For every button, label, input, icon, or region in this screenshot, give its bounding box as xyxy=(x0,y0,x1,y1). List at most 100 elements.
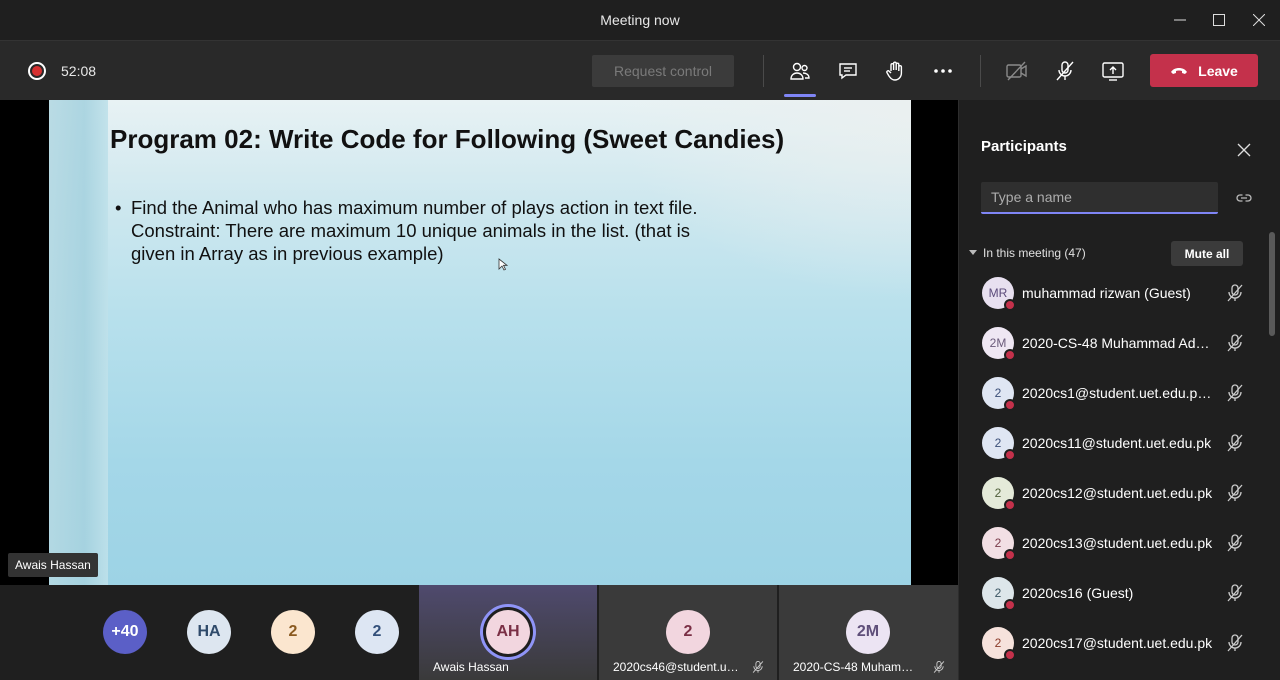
microphone-muted-icon[interactable] xyxy=(1225,633,1245,653)
video-tile[interactable]: 2M 2020-CS-48 Muhammad Adeel xyxy=(779,585,958,680)
participant-name: 2020-CS-48 Muhammad Adeel xyxy=(793,660,923,674)
bullet-line: Constraint: There are maximum 10 unique … xyxy=(131,220,691,241)
slide-bullet: • Find the Animal who has maximum number… xyxy=(115,196,775,265)
overflow-participants-button[interactable]: +40 xyxy=(103,610,147,654)
microphone-muted-icon[interactable] xyxy=(1225,283,1245,303)
participant-name: muhammad rizwan (Guest) xyxy=(1022,285,1191,301)
chat-icon[interactable] xyxy=(834,57,862,85)
divider xyxy=(980,55,981,87)
participant-name: 2020cs13@student.uet.edu.pk xyxy=(1022,535,1213,551)
scrollbar[interactable] xyxy=(1269,232,1275,336)
mouse-cursor-icon xyxy=(498,258,508,271)
panel-title: Participants xyxy=(981,138,1067,155)
participant-row[interactable]: 2M 2020-CS-48 Muhammad Adeel xyxy=(959,318,1269,368)
status-badge xyxy=(1004,349,1016,361)
avatar-initials: 2 xyxy=(994,436,1002,450)
avatar: 2 xyxy=(982,577,1016,611)
meeting-timer: 52:08 xyxy=(61,63,97,79)
participants-panel: Participants In this meeting (47) Mute a… xyxy=(958,100,1280,680)
divider xyxy=(763,55,764,87)
request-control-button[interactable]: Request control xyxy=(592,55,734,87)
camera-off-icon[interactable] xyxy=(1003,57,1031,85)
status-badge xyxy=(1004,549,1016,561)
status-badge xyxy=(1004,449,1016,461)
participant-row[interactable]: MR muhammad rizwan (Guest) xyxy=(959,268,1269,318)
bullet-marker: • xyxy=(115,197,122,218)
participant-name: Awais Hassan xyxy=(433,660,509,674)
share-screen-icon[interactable] xyxy=(1099,57,1127,85)
video-tile[interactable]: AH Awais Hassan xyxy=(419,585,597,680)
section-label: In this meeting (47) xyxy=(983,246,1086,260)
avatar: 2 xyxy=(982,377,1016,411)
participant-row[interactable]: 2 2020cs11@student.uet.edu.pk xyxy=(959,418,1269,468)
mute-all-button[interactable]: Mute all xyxy=(1171,241,1243,266)
microphone-muted-icon[interactable] xyxy=(1225,483,1245,503)
chevron-down-icon xyxy=(969,250,977,255)
bullet-line: Find the Animal who has maximum number o… xyxy=(131,197,698,218)
participant-list: MR muhammad rizwan (Guest) 2M 2020-CS-48 Mu… xyxy=(959,268,1269,668)
participant-name: 2020cs17@student.uet.edu.pk xyxy=(1022,635,1213,651)
shared-content-stage: Program 02: Write Code for Following (Sw… xyxy=(0,100,958,585)
slide-decoration xyxy=(49,100,108,585)
avatar: 2M xyxy=(982,327,1016,361)
status-badge xyxy=(1004,499,1016,511)
avatar: AH xyxy=(486,610,530,654)
microphone-muted-icon xyxy=(751,660,765,674)
leave-button[interactable]: Leave xyxy=(1150,54,1258,87)
participant-name: 2020cs16 (Guest) xyxy=(1022,585,1134,601)
microphone-muted-icon[interactable] xyxy=(1225,333,1245,353)
share-invite-icon[interactable] xyxy=(1235,189,1253,207)
avatar: 2 xyxy=(666,610,710,654)
participant-row[interactable]: 2 2020cs12@student.uet.edu.pk xyxy=(959,468,1269,518)
video-gallery-strip: +40 HA 2 2 AH Awais Hassan 2 2020cs46@student.u… xyxy=(0,585,958,680)
participants-icon[interactable] xyxy=(784,57,816,97)
close-window-icon[interactable] xyxy=(1249,10,1269,30)
participant-avatar[interactable]: HA xyxy=(187,610,231,654)
status-badge xyxy=(1004,399,1016,411)
recording-icon xyxy=(28,62,46,80)
avatar: 2M xyxy=(846,610,890,654)
participant-name: 2020cs46@student.uet.edu.pk xyxy=(613,660,743,674)
participant-avatar[interactable]: 2 xyxy=(271,610,315,654)
participant-row[interactable]: 2 2020cs16 (Guest) xyxy=(959,568,1269,618)
avatar-initials: 2 xyxy=(994,536,1002,550)
search-input[interactable] xyxy=(981,182,1218,214)
microphone-muted-icon[interactable] xyxy=(1225,433,1245,453)
avatar: 2 xyxy=(982,427,1016,461)
title-bar: Meeting now xyxy=(0,0,1280,40)
microphone-muted-icon[interactable] xyxy=(1225,583,1245,603)
avatar-initials: 2 xyxy=(994,486,1002,500)
microphone-muted-icon xyxy=(932,660,946,674)
more-options-icon[interactable] xyxy=(929,57,957,85)
participant-row[interactable]: 2 2020cs17@student.uet.edu.pk xyxy=(959,618,1269,668)
participant-row[interactable]: 2 2020cs1@student.uet.edu.pk (Guest) xyxy=(959,368,1269,418)
participant-avatar[interactable]: 2 xyxy=(355,610,399,654)
avatar-initials: 2 xyxy=(994,636,1002,650)
microphone-muted-icon[interactable] xyxy=(1051,57,1079,85)
participant-row[interactable]: 2 2020cs13@student.uet.edu.pk xyxy=(959,518,1269,568)
avatar-initials: 2 xyxy=(994,586,1002,600)
avatar: MR xyxy=(982,277,1016,311)
participant-name: 2020-CS-48 Muhammad Adeel xyxy=(1022,335,1214,351)
slide-title: Program 02: Write Code for Following (Sw… xyxy=(110,124,785,154)
participant-name: 2020cs12@student.uet.edu.pk xyxy=(1022,485,1213,501)
avatar-initials: MR xyxy=(988,286,1008,300)
status-badge xyxy=(1004,599,1016,611)
microphone-muted-icon[interactable] xyxy=(1225,533,1245,553)
maximize-icon[interactable] xyxy=(1209,10,1229,30)
close-icon[interactable] xyxy=(1236,142,1252,158)
presenter-name-label: Awais Hassan xyxy=(8,553,98,577)
in-meeting-section-header[interactable]: In this meeting (47) xyxy=(969,246,1086,260)
window-title: Meeting now xyxy=(600,12,680,28)
avatar: 2 xyxy=(982,477,1016,511)
participant-name: 2020cs1@student.uet.edu.pk (Guest) xyxy=(1022,385,1214,401)
status-badge xyxy=(1004,299,1016,311)
microphone-muted-icon[interactable] xyxy=(1225,383,1245,403)
avatar-initials: 2 xyxy=(994,386,1002,400)
video-tile[interactable]: 2 2020cs46@student.uet.edu.pk xyxy=(599,585,777,680)
presentation-slide: Program 02: Write Code for Following (Sw… xyxy=(49,100,911,585)
raise-hand-icon[interactable] xyxy=(881,57,909,85)
status-badge xyxy=(1004,649,1016,661)
minimize-icon[interactable] xyxy=(1170,10,1190,30)
avatar: 2 xyxy=(982,627,1016,661)
